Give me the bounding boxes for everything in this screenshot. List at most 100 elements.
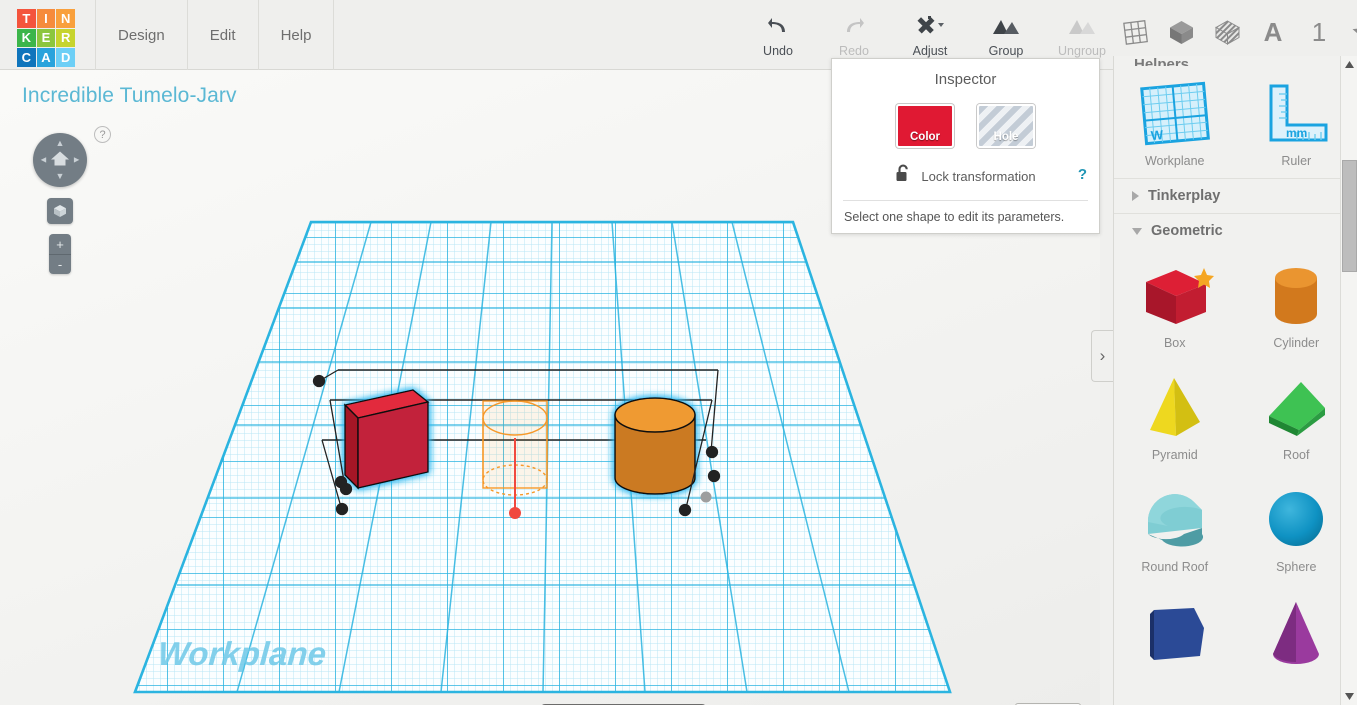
ungroup-icon — [1067, 12, 1097, 40]
shape-item-sphere-label: Sphere — [1276, 560, 1317, 574]
inspector-swatches: Color Hole ? — [832, 104, 1099, 183]
number-icon[interactable]: 1 — [1299, 10, 1339, 54]
round-roof-icon — [1132, 482, 1218, 556]
menu-item-edit[interactable]: Edit — [188, 0, 259, 70]
shape-item-roof[interactable]: Roof — [1236, 360, 1357, 472]
helper-workplane[interactable]: W Workplane — [1114, 66, 1236, 178]
logo-tile-n: N — [56, 9, 75, 28]
helpers-grid: W Workplane mm Ruler — [1114, 66, 1357, 178]
favorite-star-icon[interactable] — [1345, 10, 1357, 54]
helper-ruler-label: Ruler — [1281, 154, 1312, 168]
nav-left-arrow[interactable]: ◄ — [39, 155, 48, 165]
zoom-in-button[interactable]: + — [49, 234, 71, 254]
ruler-icon: mm — [1257, 76, 1335, 150]
scroll-up-arrow-icon[interactable] — [1341, 56, 1357, 73]
shape-item-pyramid[interactable]: Pyramid — [1114, 360, 1236, 472]
fit-view-button[interactable] — [47, 198, 73, 224]
scrollbar-thumb[interactable] — [1342, 160, 1357, 272]
roof-icon — [1253, 370, 1339, 444]
logo-tile-t: T — [17, 9, 36, 28]
menu-item-help[interactable]: Help — [259, 0, 335, 70]
shape-item-cylinder[interactable]: Cylinder — [1236, 248, 1357, 360]
inspector-help-icon[interactable]: ? — [1078, 166, 1087, 183]
helper-workplane-label: Workplane — [1144, 154, 1205, 168]
logo-tile-r: R — [56, 28, 75, 48]
svg-text:W: W — [1150, 127, 1164, 143]
box-icon — [1132, 258, 1218, 332]
nav-up-arrow[interactable]: ▲ — [56, 139, 65, 148]
shape-item-box-label: Box — [1163, 336, 1186, 350]
shape-item-polygon[interactable] — [1114, 584, 1236, 696]
scroll-down-arrow-icon[interactable] — [1341, 688, 1357, 705]
menu-item-design[interactable]: Design — [95, 0, 188, 70]
shape-cylinder-selected — [614, 397, 696, 495]
hole-shape-icon[interactable] — [1207, 10, 1247, 54]
shape-item-round-roof[interactable]: Round Roof — [1114, 472, 1236, 584]
unlocked-padlock-icon — [895, 164, 912, 188]
shape-item-box[interactable]: Box — [1114, 248, 1236, 360]
home-view-icon[interactable] — [50, 150, 70, 171]
zoom-controls: + - — [49, 234, 71, 274]
group-icon — [991, 12, 1021, 40]
ungroup-label: Ungroup — [1058, 44, 1106, 58]
color-swatch[interactable]: Color — [896, 104, 954, 148]
shape-item-round-roof-label: Round Roof — [1141, 560, 1209, 574]
workplane-grid-icon[interactable] — [1115, 10, 1155, 54]
undo-icon — [766, 12, 790, 40]
shape-type-toolbar: A 1 — [1115, 10, 1357, 54]
helpers-section-title[interactable]: Helpers — [1114, 56, 1357, 66]
redo-button[interactable]: Redo — [816, 6, 892, 64]
svg-text:mm: mm — [1286, 126, 1307, 140]
group-label: Group — [988, 44, 1024, 58]
shape-item-cylinder-label: Cylinder — [1273, 336, 1320, 350]
helper-ruler[interactable]: mm Ruler — [1236, 66, 1357, 178]
inspector-panel: Inspector Color Hole ? Lock transformati… — [831, 58, 1100, 234]
logo-tile-a: A — [36, 48, 56, 67]
shape-item-sphere[interactable]: Sphere — [1236, 472, 1357, 584]
group-button[interactable]: Group — [968, 6, 1044, 64]
sphere-icon — [1253, 482, 1339, 556]
logo-tile-c: C — [17, 48, 36, 67]
hole-swatch-label: Hole — [993, 131, 1019, 143]
undo-button[interactable]: Undo — [740, 6, 816, 64]
section-tinkerplay-label: Tinkerplay — [1148, 188, 1221, 204]
nav-right-arrow[interactable]: ► — [72, 155, 81, 165]
redo-icon — [842, 12, 866, 40]
logo-tile-k: K — [17, 28, 36, 48]
pyramid-icon — [1132, 370, 1218, 444]
geometric-shapes-grid: Box Cylinder Pyramid Roof Round Roof Sph… — [1114, 248, 1357, 696]
shape-item-cone[interactable] — [1236, 584, 1357, 696]
tinkercad-logo[interactable]: T I N K E R C A D — [17, 9, 75, 67]
section-geometric-label: Geometric — [1151, 223, 1223, 239]
redo-label: Redo — [839, 44, 869, 58]
cone-icon — [1253, 594, 1339, 668]
zoom-out-button[interactable]: - — [49, 254, 71, 274]
color-swatch-label: Color — [909, 131, 941, 143]
chevron-down-icon — [1132, 227, 1142, 235]
workplane-icon: W — [1136, 76, 1214, 150]
adjust-button[interactable]: Adjust — [892, 6, 968, 64]
text-letter-icon[interactable]: A — [1253, 10, 1293, 54]
polygon-icon — [1132, 594, 1218, 668]
section-geometric[interactable]: Geometric — [1114, 213, 1357, 248]
nav-down-arrow[interactable]: ▼ — [56, 172, 65, 181]
hole-swatch[interactable]: Hole — [977, 104, 1035, 148]
canvas-help-icon[interactable]: ? — [94, 126, 111, 143]
shapes-panel[interactable]: Helpers W Workplane mm Ruler Tinkerplay … — [1113, 56, 1357, 705]
ungroup-button[interactable]: Ungroup — [1044, 6, 1120, 64]
adjust-label: Adjust — [912, 44, 948, 58]
lock-transformation-row[interactable]: Lock transformation — [832, 164, 1099, 188]
section-tinkerplay[interactable]: Tinkerplay — [1114, 178, 1357, 213]
inspector-status-text: Select one shape to edit its parameters. — [844, 210, 1065, 224]
collapse-panel-button[interactable]: › — [1091, 330, 1113, 382]
toolbar: Undo Redo Adjust Group Ungroup — [740, 6, 1120, 64]
view-navigation-pad[interactable]: ▲ ▼ ◄ ► — [33, 133, 87, 187]
logo-tile-i: I — [36, 9, 56, 28]
align-handle-inactive — [700, 491, 712, 503]
solid-shape-icon[interactable] — [1161, 10, 1201, 54]
undo-label: Undo — [763, 44, 793, 58]
shape-item-roof-label: Roof — [1283, 448, 1310, 462]
cylinder-icon — [1253, 258, 1339, 332]
shapes-panel-scrollbar[interactable] — [1340, 56, 1357, 705]
logo-tile-d: D — [56, 48, 75, 67]
